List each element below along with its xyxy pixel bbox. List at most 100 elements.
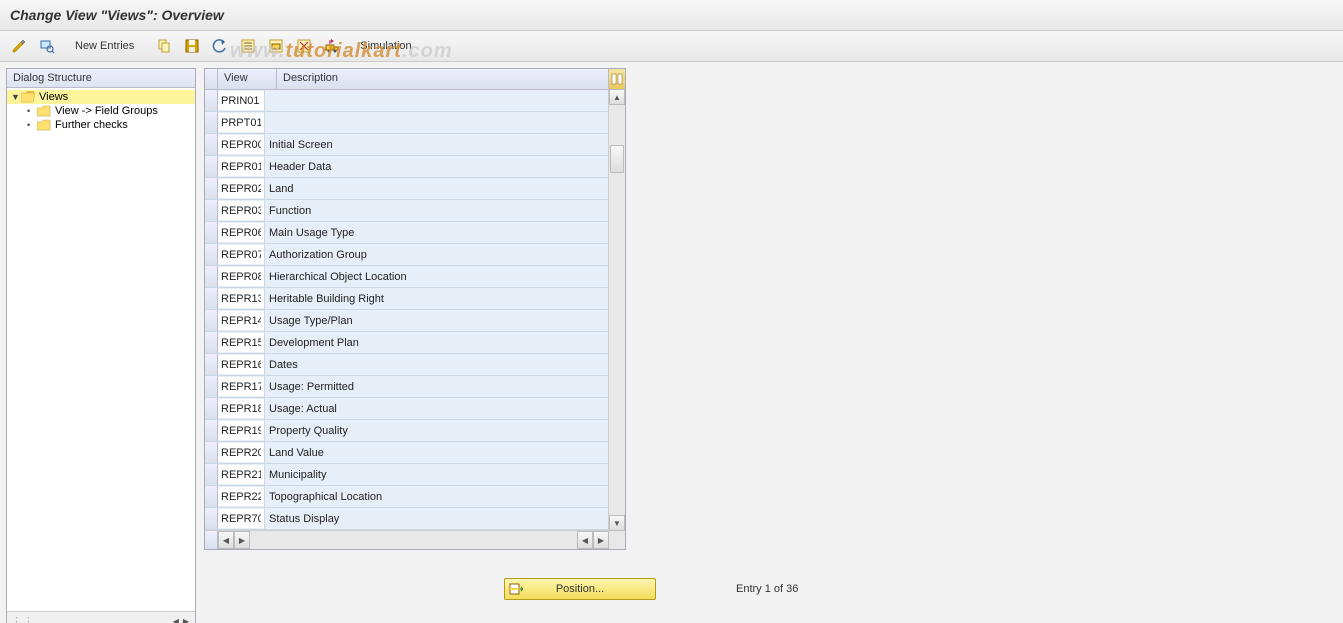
scroll-right-icon[interactable]: ▶ bbox=[234, 531, 250, 549]
table-area: View Description Initial ScreenHeader Da… bbox=[204, 68, 1337, 623]
bullet-icon: • bbox=[27, 106, 37, 116]
row-selector[interactable] bbox=[205, 200, 218, 221]
column-header-view[interactable]: View bbox=[218, 69, 277, 89]
tree-scrollbar: ⋮⋮ ◀ ▶ bbox=[7, 611, 195, 623]
row-selector[interactable] bbox=[205, 90, 218, 111]
view-input[interactable] bbox=[218, 465, 264, 484]
cell-view bbox=[218, 288, 265, 309]
save-icon[interactable] bbox=[179, 35, 205, 57]
cell-view bbox=[218, 464, 265, 485]
row-selector[interactable] bbox=[205, 486, 218, 507]
simulation-button[interactable]: Simulation bbox=[353, 35, 418, 57]
resize-grip-icon[interactable]: ⋮⋮ bbox=[11, 615, 35, 623]
change-icon[interactable] bbox=[6, 35, 32, 57]
row-selector[interactable] bbox=[205, 112, 218, 133]
cell-view bbox=[218, 486, 265, 507]
cell-description: Usage: Permitted bbox=[265, 376, 625, 397]
corner bbox=[205, 531, 218, 549]
view-input[interactable] bbox=[218, 421, 264, 440]
view-input[interactable] bbox=[218, 135, 264, 154]
scroll-down-icon[interactable]: ▼ bbox=[609, 515, 625, 531]
view-input[interactable] bbox=[218, 377, 264, 396]
scroll-left-icon[interactable]: ◀ bbox=[171, 617, 181, 623]
cell-view bbox=[218, 244, 265, 265]
undo-icon[interactable] bbox=[207, 35, 233, 57]
row-selector[interactable] bbox=[205, 376, 218, 397]
bullet-icon: • bbox=[27, 120, 37, 130]
view-input[interactable] bbox=[218, 311, 264, 330]
cell-view bbox=[218, 398, 265, 419]
cell-description bbox=[265, 112, 625, 133]
folder-icon bbox=[37, 119, 51, 131]
view-input[interactable] bbox=[218, 245, 264, 264]
deselect-all-icon[interactable] bbox=[291, 35, 317, 57]
transport-icon[interactable] bbox=[319, 35, 345, 57]
table-row: Usage: Actual bbox=[205, 398, 625, 420]
view-input[interactable] bbox=[218, 355, 264, 374]
view-input[interactable] bbox=[218, 113, 264, 132]
view-input[interactable] bbox=[218, 201, 264, 220]
select-all-icon[interactable] bbox=[235, 35, 261, 57]
toolbar: New Entries Simulation bbox=[0, 31, 1343, 62]
table-row bbox=[205, 90, 625, 112]
row-selector[interactable] bbox=[205, 156, 218, 177]
find-icon[interactable] bbox=[34, 35, 60, 57]
view-input[interactable] bbox=[218, 267, 264, 286]
view-input[interactable] bbox=[218, 289, 264, 308]
table-row: Development Plan bbox=[205, 332, 625, 354]
row-selector[interactable] bbox=[205, 420, 218, 441]
table-row: Authorization Group bbox=[205, 244, 625, 266]
cell-view bbox=[218, 200, 265, 221]
tree-node-further-checks[interactable]: • Further checks bbox=[7, 118, 195, 132]
row-selector[interactable] bbox=[205, 266, 218, 287]
table-row: Initial Screen bbox=[205, 134, 625, 156]
scroll-left-icon[interactable]: ◀ bbox=[218, 531, 234, 549]
scroll-track[interactable] bbox=[609, 105, 625, 515]
row-selector[interactable] bbox=[205, 508, 218, 529]
tree-node-field-groups[interactable]: • View -> Field Groups bbox=[7, 104, 195, 118]
view-input[interactable] bbox=[218, 179, 264, 198]
tree-node-views[interactable]: ▼ Views bbox=[7, 90, 195, 104]
view-input[interactable] bbox=[218, 157, 264, 176]
column-header-description[interactable]: Description bbox=[277, 69, 609, 89]
row-selector[interactable] bbox=[205, 222, 218, 243]
row-selector[interactable] bbox=[205, 134, 218, 155]
row-selector[interactable] bbox=[205, 332, 218, 353]
table-row: Topographical Location bbox=[205, 486, 625, 508]
table-row: Header Data bbox=[205, 156, 625, 178]
select-block-icon[interactable] bbox=[263, 35, 289, 57]
cell-view bbox=[218, 376, 265, 397]
row-selector[interactable] bbox=[205, 442, 218, 463]
copy-icon[interactable] bbox=[151, 35, 177, 57]
view-input[interactable] bbox=[218, 443, 264, 462]
table-row: Usage Type/Plan bbox=[205, 310, 625, 332]
view-input[interactable] bbox=[218, 399, 264, 418]
position-button[interactable]: Position... bbox=[504, 578, 656, 600]
view-input[interactable] bbox=[218, 333, 264, 352]
vertical-scrollbar[interactable]: ▲ ▼ bbox=[608, 89, 625, 531]
scroll-track[interactable] bbox=[250, 531, 577, 549]
scroll-right-icon[interactable]: ▶ bbox=[181, 617, 191, 623]
row-selector[interactable] bbox=[205, 464, 218, 485]
view-input[interactable] bbox=[218, 91, 264, 110]
scroll-right-end-icon[interactable]: ▶ bbox=[593, 531, 609, 549]
select-all-column[interactable] bbox=[205, 69, 218, 89]
scroll-left-end-icon[interactable]: ◀ bbox=[577, 531, 593, 549]
view-input[interactable] bbox=[218, 223, 264, 242]
row-selector[interactable] bbox=[205, 398, 218, 419]
expand-arrow-icon[interactable]: ▼ bbox=[11, 92, 21, 102]
row-selector[interactable] bbox=[205, 354, 218, 375]
view-input[interactable] bbox=[218, 487, 264, 506]
new-entries-button[interactable]: New Entries bbox=[68, 35, 141, 57]
table-container: View Description Initial ScreenHeader Da… bbox=[204, 68, 626, 550]
row-selector[interactable] bbox=[205, 288, 218, 309]
cell-view bbox=[218, 266, 265, 287]
row-selector[interactable] bbox=[205, 244, 218, 265]
row-selector[interactable] bbox=[205, 178, 218, 199]
configure-columns-icon[interactable] bbox=[609, 69, 625, 89]
view-input[interactable] bbox=[218, 509, 264, 528]
row-selector[interactable] bbox=[205, 310, 218, 331]
scroll-up-icon[interactable]: ▲ bbox=[609, 89, 625, 105]
scroll-thumb[interactable] bbox=[610, 145, 624, 173]
cell-view bbox=[218, 134, 265, 155]
